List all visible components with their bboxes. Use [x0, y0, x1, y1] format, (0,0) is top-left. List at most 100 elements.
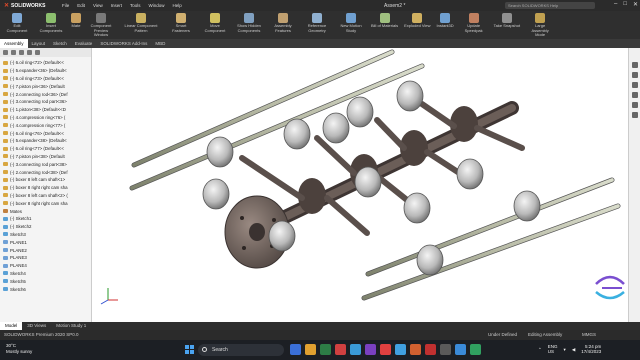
taskbar-app-icon[interactable]	[320, 344, 331, 355]
appearances-icon[interactable]	[631, 102, 638, 108]
menu-view[interactable]: View	[93, 3, 103, 8]
taskbar-app-icon[interactable]	[410, 344, 421, 355]
menu-tools[interactable]: Tools	[130, 3, 141, 8]
feature-tree-icon[interactable]	[3, 50, 8, 55]
volume-icon[interactable]: ◀	[572, 347, 575, 352]
tree-item[interactable]: (-) 5.expander<36> (Default<	[3, 67, 91, 75]
cam-shaft-lower-2[interactable]	[361, 203, 621, 301]
tree-item[interactable]: Sketch5	[3, 277, 91, 285]
file-explorer-icon[interactable]	[631, 82, 638, 88]
tree-item[interactable]: (-) 6.oil ring<77> (Default<<	[3, 145, 91, 153]
taskbar-app-icon[interactable]	[290, 344, 301, 355]
ribbon-button[interactable]: Reference Geometry	[300, 13, 334, 33]
wifi-icon[interactable]: ▾	[564, 347, 566, 352]
maximize-icon[interactable]: □	[623, 1, 627, 8]
tree-item[interactable]: (-) 6.oil ring<72> (Default<<	[3, 59, 91, 67]
ribbon-button[interactable]: Insert Components	[34, 13, 68, 33]
tree-item[interactable]: (-) 6.oil ring<73> (Default<<	[3, 75, 91, 83]
ribbon-button[interactable]: Show Hidden Components	[232, 13, 266, 33]
taskbar-app-icon[interactable]	[380, 344, 391, 355]
taskbar-app-icon[interactable]	[350, 344, 361, 355]
menu-file[interactable]: File	[62, 3, 69, 8]
ribbon-button[interactable]: Linear Component Pattern	[118, 13, 164, 33]
design-library-icon[interactable]	[631, 72, 638, 78]
menu-help[interactable]: Help	[173, 3, 182, 8]
solidworks-logo[interactable]: ✕ SOLIDWORKS	[0, 2, 56, 10]
tab-assembly[interactable]: Assembly	[0, 39, 28, 48]
config-manager-icon[interactable]	[19, 50, 24, 55]
tree-item[interactable]: (-) Sketch2	[3, 223, 91, 231]
taskbar-app-icon[interactable]	[470, 344, 481, 355]
tree-item[interactable]: (-) boxer 8 left cam shaft<2> (	[3, 192, 91, 200]
property-manager-icon[interactable]	[11, 50, 16, 55]
ribbon-button[interactable]: Instant3D	[434, 13, 457, 29]
tree-item[interactable]: (-) boxer 8 right right cam sha	[3, 199, 91, 207]
taskbar-search-button[interactable]: Search	[198, 344, 284, 356]
ribbon-button[interactable]: Move Component	[198, 13, 232, 33]
display-manager-icon[interactable]	[35, 50, 40, 55]
dimxpert-icon[interactable]	[27, 50, 32, 55]
tab-mbd[interactable]: MBD	[151, 39, 169, 48]
close-icon[interactable]: ✕	[633, 1, 638, 8]
tree-item[interactable]: (-) 1.piston<38> (Default<<D	[3, 106, 91, 114]
tree-item[interactable]: PLANE4	[3, 262, 91, 270]
ribbon-button[interactable]: Exploded View	[401, 13, 433, 29]
tree-item[interactable]: Sketch4	[3, 270, 91, 278]
tree-item[interactable]: Mates	[3, 207, 91, 215]
tree-item[interactable]: (-) 6.oil ring<76> (Default<<	[3, 129, 91, 137]
tab-3d-views[interactable]: 3D Views	[22, 322, 51, 330]
taskbar-app-icon[interactable]	[365, 344, 376, 355]
tab-model[interactable]: Model	[0, 322, 23, 330]
taskbar-app-icon[interactable]	[335, 344, 346, 355]
weather-widget[interactable]: 30°C Mostly sunny	[6, 343, 32, 355]
ribbon-button[interactable]: New Motion Study	[334, 13, 368, 33]
cam-shaft-lower-1[interactable]	[365, 177, 615, 277]
tree-item[interactable]: (-) 7.piston pin<38> (Default	[3, 153, 91, 161]
ribbon-button[interactable]: Update Speedpak	[457, 13, 491, 33]
taskbar-app-icon[interactable]	[425, 344, 436, 355]
ribbon-button[interactable]: Large Assembly Mode	[523, 13, 557, 38]
units-selector[interactable]: MMGS	[582, 332, 596, 337]
chevron-up-icon[interactable]: ⌃	[538, 347, 542, 352]
tree-item[interactable]: PLANE1	[3, 238, 91, 246]
help-search-input[interactable]: Search SOLIDWORKS Help	[505, 2, 595, 9]
taskbar-app-icon[interactable]	[440, 344, 451, 355]
menu-window[interactable]: Window	[149, 3, 165, 8]
ribbon-button[interactable]: Smart Fasteners	[164, 13, 198, 33]
resources-icon[interactable]	[631, 62, 638, 68]
minimize-icon[interactable]: –	[614, 1, 617, 8]
tab-addins[interactable]: SOLIDWORKS Add-Ins	[96, 39, 151, 48]
tab-evaluate[interactable]: Evaluate	[71, 39, 97, 48]
taskbar-app-icon[interactable]	[395, 344, 406, 355]
tree-item[interactable]: (-) 2.connecting rod<36> (Def	[3, 90, 91, 98]
ribbon-button[interactable]: Assembly Features	[266, 13, 300, 33]
tab-sketch[interactable]: Sketch	[49, 39, 71, 48]
tree-item[interactable]: Sketch3	[3, 231, 91, 239]
tree-item[interactable]: PLANE2	[3, 246, 91, 254]
ribbon-button[interactable]: Bill of Materials	[368, 13, 401, 29]
tree-item[interactable]: (-) 3.connecting rod part<38>	[3, 160, 91, 168]
clock[interactable]: 5:24 pm 17/4/2023	[581, 344, 601, 354]
custom-properties-icon[interactable]	[631, 112, 638, 118]
tree-item[interactable]: (-) 3.connecting rod part<36>	[3, 98, 91, 106]
taskbar-app-icon[interactable]	[305, 344, 316, 355]
engine-model-view[interactable]	[92, 48, 628, 322]
view-palette-icon[interactable]	[631, 92, 638, 98]
windows-start-icon[interactable]	[185, 345, 195, 355]
tab-motion-study[interactable]: Motion Study 1	[51, 322, 91, 330]
tree-item[interactable]: (-) 5.expander<38> (Default<	[3, 137, 91, 145]
tree-item[interactable]: (-) Sketch1	[3, 215, 91, 223]
menu-insert[interactable]: Insert	[111, 3, 122, 8]
ribbon-button[interactable]: Component Preview Window	[84, 13, 118, 38]
tree-item[interactable]: (-) boxer 8 right right cam sha	[3, 184, 91, 192]
tab-layout[interactable]: Layout	[28, 39, 50, 48]
ribbon-button[interactable]: Edit Component	[0, 13, 34, 33]
tree-item[interactable]: (-) 2.connecting rod<38> (Def	[3, 168, 91, 176]
graphics-viewport[interactable]	[92, 48, 628, 322]
tree-item[interactable]: (-) 7.piston pin<36> (Default	[3, 82, 91, 90]
tree-item[interactable]: (-) 4.compression ring<76> (	[3, 114, 91, 122]
tree-item[interactable]: PLANE3	[3, 254, 91, 262]
taskbar-app-icon[interactable]	[455, 344, 466, 355]
tree-item[interactable]: (-) 4.compression ring<77> (	[3, 121, 91, 129]
ribbon-button[interactable]: Mate	[68, 13, 84, 29]
